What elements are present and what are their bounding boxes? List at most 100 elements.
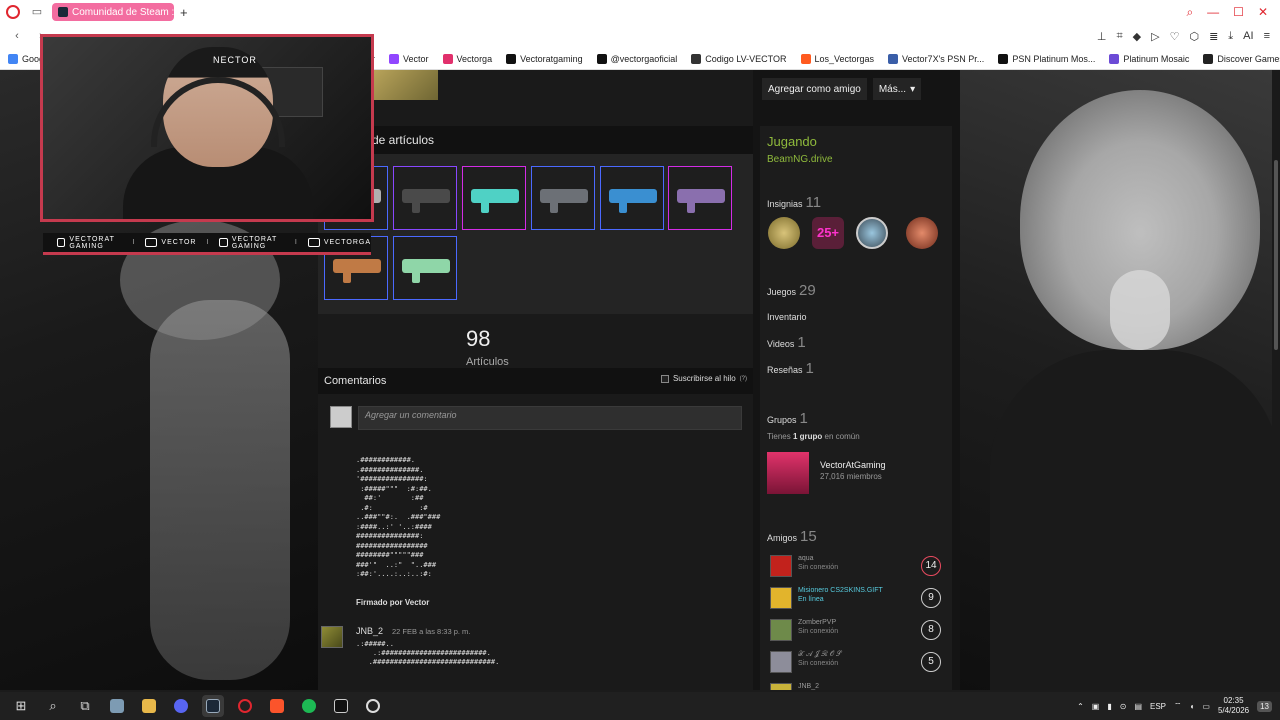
brave-icon[interactable] <box>266 695 288 717</box>
games-link[interactable]: Juegos 29 <box>767 282 816 299</box>
battery-icon[interactable]: ▭ <box>1202 702 1210 711</box>
menu-icon[interactable]: ≡ <box>1264 30 1270 42</box>
tray-chevron-icon[interactable]: ⌃ <box>1077 702 1084 711</box>
opera-icon[interactable] <box>234 695 256 717</box>
volume-icon[interactable]: ◖ <box>1190 702 1195 711</box>
bookmark-item[interactable]: Goog <box>8 53 44 64</box>
reviews-link[interactable]: Reseñas 1 <box>767 360 814 377</box>
friend-avatar[interactable] <box>770 587 792 609</box>
inventory-link[interactable]: Inventario <box>767 312 807 322</box>
play-icon[interactable]: ▷ <box>1151 30 1159 43</box>
friend-name[interactable]: ZomberPVP <box>798 619 836 626</box>
friend-item[interactable]: Misionero CS2SKINS.GIFT En línea 9 <box>770 587 942 613</box>
inventory-item[interactable] <box>393 166 457 230</box>
commenter-avatar[interactable] <box>321 626 343 648</box>
items-count[interactable]: 98 Artículos <box>466 326 509 368</box>
badge-icon[interactable] <box>856 217 888 249</box>
search-tabs-icon[interactable]: ⌕ <box>1186 5 1193 20</box>
discord-icon[interactable] <box>170 695 192 717</box>
pin-icon[interactable]: ⊥ <box>1097 30 1107 43</box>
subscribe-thread[interactable]: Suscribirse al hilo (?) <box>660 374 747 383</box>
friend-name[interactable]: aqua <box>798 555 814 562</box>
inventory-item[interactable] <box>531 166 595 230</box>
bookmark-item[interactable]: PSN Platinum Mos... <box>998 53 1095 64</box>
bookmark-item[interactable]: Vectoratgaming <box>506 53 583 64</box>
add-friend-button[interactable]: Agregar como amigo <box>762 78 867 100</box>
bookmark-item[interactable]: Vectorga <box>442 53 492 64</box>
bookmark-item[interactable]: Discover Games -... <box>1203 53 1280 64</box>
microphone-icon[interactable]: ▮ <box>1107 702 1111 711</box>
notifications-badge[interactable]: 13 <box>1257 700 1272 712</box>
spotify-icon[interactable] <box>298 695 320 717</box>
language-indicator[interactable]: ESP <box>1150 702 1166 711</box>
taskview-icon[interactable]: ⧉ <box>74 695 96 717</box>
tray-app-icon[interactable]: ▣ <box>1092 702 1100 711</box>
close-icon[interactable]: ✕ <box>1258 5 1268 20</box>
page-scrollbar[interactable] <box>1272 70 1280 690</box>
friend-item[interactable]: ZomberPVP Sin conexión 8 <box>770 619 942 645</box>
obs-icon[interactable] <box>362 695 384 717</box>
windows-start-icon[interactable]: ⊞ <box>10 695 32 717</box>
bookmark-item[interactable]: Los_Vectorgas <box>800 53 874 64</box>
folder-icon[interactable] <box>138 695 160 717</box>
bookmark-item[interactable]: Vector7X's PSN Pr... <box>888 53 984 64</box>
friend-name[interactable]: Misionero CS2SKINS.GIFT <box>798 587 883 594</box>
search-icon[interactable]: ⌕ <box>42 695 64 717</box>
back-icon[interactable]: ‹ <box>10 29 24 43</box>
epic-icon[interactable] <box>330 695 352 717</box>
inventory-item[interactable] <box>668 166 732 230</box>
network-icon[interactable]: ⊙ <box>1120 702 1127 711</box>
videos-link[interactable]: Videos 1 <box>767 334 806 351</box>
box-icon[interactable]: ⬡ <box>1189 30 1199 43</box>
group-name[interactable]: VectorAtGaming <box>820 460 886 470</box>
friend-item[interactable]: aqua Sin conexión 14 <box>770 555 942 581</box>
tab-steam-community[interactable]: Comunidad de Steam :: ba <box>52 3 174 21</box>
crop-icon[interactable]: ⌗ <box>1116 30 1122 43</box>
minimize-icon[interactable]: — <box>1207 5 1219 20</box>
group-avatar[interactable] <box>767 452 809 494</box>
ai-icon[interactable]: AI <box>1243 30 1253 42</box>
clock[interactable]: 02:35 5/4/2026 <box>1218 696 1249 716</box>
friends-link[interactable]: Amigos 15 <box>767 528 817 545</box>
new-tab-button[interactable]: + <box>180 5 188 20</box>
shield-icon[interactable]: ◆ <box>1133 30 1141 43</box>
scrollbar-thumb[interactable] <box>1274 160 1278 350</box>
friend-item[interactable]: 𝒳 𝒜 𝒥 ℛ 𝒪 𝒮 Sin conexión 5 <box>770 651 942 677</box>
opera-logo-icon[interactable] <box>6 5 20 19</box>
wifi-icon[interactable]: ⌔ <box>1174 701 1182 711</box>
friend-avatar[interactable] <box>770 683 792 690</box>
comment-input[interactable]: Agregar un comentario <box>358 406 742 430</box>
inventory-item[interactable] <box>393 236 457 300</box>
bookmark-item[interactable]: Codigo LV-VECTOR <box>691 53 787 64</box>
bookmark-item[interactable]: Platinum Mosaic <box>1109 53 1189 64</box>
download-icon[interactable]: ⤓ <box>1228 30 1233 43</box>
friend-name[interactable]: 𝒳 𝒜 𝒥 ℛ 𝒪 𝒮 <box>798 651 842 659</box>
tab-islands-icon[interactable]: ▭ <box>30 5 44 19</box>
friend-name[interactable]: JNB_2 <box>798 683 819 690</box>
friend-item[interactable]: JNB_2 <box>770 683 942 690</box>
subscribe-help[interactable]: (?) <box>740 376 747 382</box>
badge-level-icon[interactable]: 25+ <box>812 217 844 249</box>
badges-link[interactable]: Insignias 11 <box>767 194 821 211</box>
tray-app-icon[interactable]: ▤ <box>1134 702 1142 711</box>
commenter-name[interactable]: JNB_2 <box>356 626 383 636</box>
maximize-icon[interactable]: ☐ <box>1233 5 1244 20</box>
status-game[interactable]: BeamNG.drive <box>767 154 833 165</box>
bookmark-item[interactable]: Vector <box>389 53 429 64</box>
badge-icon[interactable] <box>768 217 800 249</box>
friend-avatar[interactable] <box>770 651 792 673</box>
explorer-icon[interactable] <box>106 695 128 717</box>
more-button[interactable]: Más... ▾ <box>872 78 922 100</box>
bookmark-item[interactable]: @vectorgaoficial <box>596 53 677 64</box>
groups-link[interactable]: Grupos 1 <box>767 410 808 427</box>
badge-icon[interactable] <box>906 217 938 249</box>
inventory-item[interactable] <box>600 166 664 230</box>
friend-avatar[interactable] <box>770 555 792 577</box>
friend-avatar[interactable] <box>770 619 792 641</box>
steam-icon[interactable] <box>202 695 224 717</box>
subscribe-checkbox[interactable] <box>660 374 669 383</box>
browser-titlebar: ▭ Comunidad de Steam :: ba + ⌕ — ☐ ✕ <box>0 0 1280 24</box>
heart-icon[interactable]: ♡ <box>1170 30 1180 43</box>
list-icon[interactable]: ≣ <box>1209 30 1218 43</box>
inventory-item[interactable] <box>462 166 526 230</box>
